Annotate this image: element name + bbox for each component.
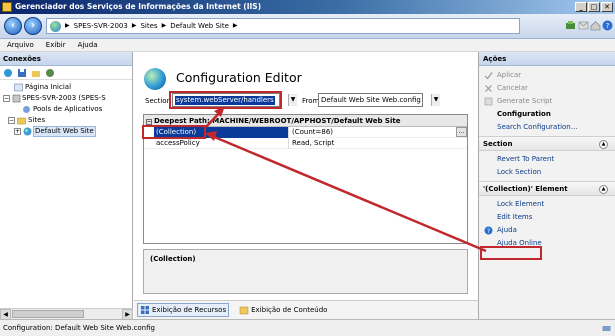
actions-panel: Ações Aplicar Cancelar Generate Script C… xyxy=(478,52,615,319)
save-icon[interactable] xyxy=(17,68,27,78)
horizontal-scrollbar[interactable]: ◀ ▶ xyxy=(0,308,133,320)
revert-to-parent-action[interactable]: Revert To Parent xyxy=(479,153,615,166)
site-icon xyxy=(50,21,61,32)
tree-item-app-pools[interactable]: Pools de Aplicativos xyxy=(0,104,132,115)
lock-section-action[interactable]: Lock Section xyxy=(479,166,615,179)
svg-text:?: ? xyxy=(487,228,490,235)
element-group-header[interactable]: '(Collection)' Element ▲ xyxy=(479,181,615,196)
features-view-icon xyxy=(141,306,149,314)
menu-arquivo[interactable]: Arquivo xyxy=(7,39,34,51)
home-page-icon xyxy=(14,83,23,92)
crumb-site[interactable]: Default Web Site xyxy=(170,22,229,30)
generate-script-action[interactable]: Generate Script xyxy=(479,95,615,108)
grid-row-access-policy[interactable]: accessPolicy Read, Script xyxy=(144,138,467,149)
content-view-icon xyxy=(239,306,249,315)
status-bar: Configuration: Default Web Site Web.conf… xyxy=(0,319,615,336)
separator-arrow-icon: ▶ xyxy=(65,22,70,29)
apply-action[interactable]: Aplicar xyxy=(479,69,615,82)
separator-arrow-icon: ▶ xyxy=(161,22,167,29)
network-status-icon xyxy=(602,326,611,331)
server-icon xyxy=(12,94,21,103)
website-globe-icon xyxy=(23,127,32,136)
connections-header: Conexões xyxy=(0,52,132,66)
help-action[interactable]: ? Ajuda xyxy=(479,224,615,237)
view-switcher: Exibição de Recursos Exibição de Conteúd… xyxy=(134,300,478,319)
collapse-chevron-icon[interactable]: ▲ xyxy=(599,185,608,194)
section-group-header[interactable]: Section ▲ xyxy=(479,136,615,151)
tab-content-view[interactable]: Exibição de Conteúdo xyxy=(237,304,329,316)
menu-ajuda[interactable]: Ajuda xyxy=(78,39,98,51)
back-button[interactable]: ‹ xyxy=(4,17,22,35)
menu-exibir[interactable]: Exibir xyxy=(46,39,66,51)
collapse-chevron-icon[interactable]: ▲ xyxy=(599,140,608,149)
apply-icon xyxy=(484,72,493,80)
tab-features-view[interactable]: Exibição de Recursos xyxy=(137,303,230,317)
property-description: (Collection) xyxy=(143,249,468,294)
edit-items-highlight-box xyxy=(480,246,542,260)
sites-folder-icon xyxy=(17,117,26,125)
separator-arrow-icon: ▶ xyxy=(232,22,238,29)
collapse-icon[interactable]: − xyxy=(8,117,15,124)
script-icon xyxy=(484,97,493,106)
iis-app-icon xyxy=(2,2,12,12)
status-text: Configuration: Default Web Site Web.conf… xyxy=(3,324,155,332)
close-button[interactable]: ✕ xyxy=(601,2,613,12)
window-controls: _ □ ✕ xyxy=(575,2,613,12)
address-bar: ‹ › ▶ SPES-SVR-2003 ▶ Sites ▶ Default We… xyxy=(0,14,615,39)
tree-item-default-web-site[interactable]: + Default Web Site xyxy=(0,126,132,137)
breadcrumb[interactable]: ▶ SPES-SVR-2003 ▶ Sites ▶ Default Web Si… xyxy=(46,18,520,34)
app-pools-icon xyxy=(23,106,30,113)
svg-text:?: ? xyxy=(606,22,610,30)
cancel-icon xyxy=(485,85,492,92)
expand-icon[interactable]: + xyxy=(14,128,21,135)
configuration-action[interactable]: Configuration xyxy=(479,108,615,121)
connections-panel: Conexões Página Inicial − SPES-SVR-2003 … xyxy=(0,52,133,320)
actions-header: Ações xyxy=(479,52,615,66)
connect-icon[interactable] xyxy=(565,20,576,31)
tree-item-server[interactable]: − SPES-SVR-2003 (SPES-S xyxy=(0,93,132,104)
from-dropdown-icon[interactable]: ▼ xyxy=(431,94,440,106)
mail-icon[interactable] xyxy=(578,20,589,31)
section-dropdown-icon[interactable]: ▼ xyxy=(288,94,297,106)
up-folder-icon[interactable] xyxy=(31,68,41,78)
scroll-thumb[interactable] xyxy=(12,310,84,318)
window-title: Gerenciador dos Serviços de Informações … xyxy=(15,2,262,11)
crumb-sites[interactable]: Sites xyxy=(140,22,157,30)
configuration-editor-globe-icon xyxy=(144,68,166,90)
separator-arrow-icon: ▶ xyxy=(131,22,137,29)
row-value: (Count=86) xyxy=(288,127,469,138)
menu-bar: Arquivo Exibir Ajuda xyxy=(0,39,615,52)
help-icon[interactable]: ? xyxy=(602,20,613,31)
edit-items-action[interactable]: Edit Items xyxy=(479,211,615,224)
row-value: Read, Script xyxy=(288,138,469,149)
help-icon: ? xyxy=(484,226,493,235)
title-bar: Gerenciador dos Serviços de Informações … xyxy=(0,0,615,14)
collection-highlight-box xyxy=(142,125,206,139)
connect-globe-icon[interactable] xyxy=(3,68,13,78)
minimize-button[interactable]: _ xyxy=(575,2,587,12)
delete-connection-icon[interactable] xyxy=(45,68,55,78)
from-select[interactable]: Default Web Site Web.config xyxy=(318,93,423,107)
maximize-button[interactable]: □ xyxy=(588,2,600,12)
tree-item-home[interactable]: Página Inicial xyxy=(0,82,132,93)
home-icon[interactable] xyxy=(590,20,601,31)
crumb-server[interactable]: SPES-SVR-2003 xyxy=(74,22,128,30)
site-tree: Página Inicial − SPES-SVR-2003 (SPES-S P… xyxy=(0,80,132,137)
cancel-action[interactable]: Cancelar xyxy=(479,82,615,95)
section-highlight-box xyxy=(169,91,282,109)
collapse-icon[interactable]: − xyxy=(3,95,10,102)
page-title: Configuration Editor xyxy=(176,70,302,85)
forward-button[interactable]: › xyxy=(24,17,42,35)
lock-element-action[interactable]: Lock Element xyxy=(479,198,615,211)
connections-toolbar xyxy=(0,66,132,80)
row-name: accessPolicy xyxy=(156,139,200,147)
search-configuration-action[interactable]: Search Configuration... xyxy=(479,121,615,134)
tree-item-sites[interactable]: − Sites xyxy=(0,115,132,126)
edit-collection-button[interactable]: ... xyxy=(456,127,467,137)
